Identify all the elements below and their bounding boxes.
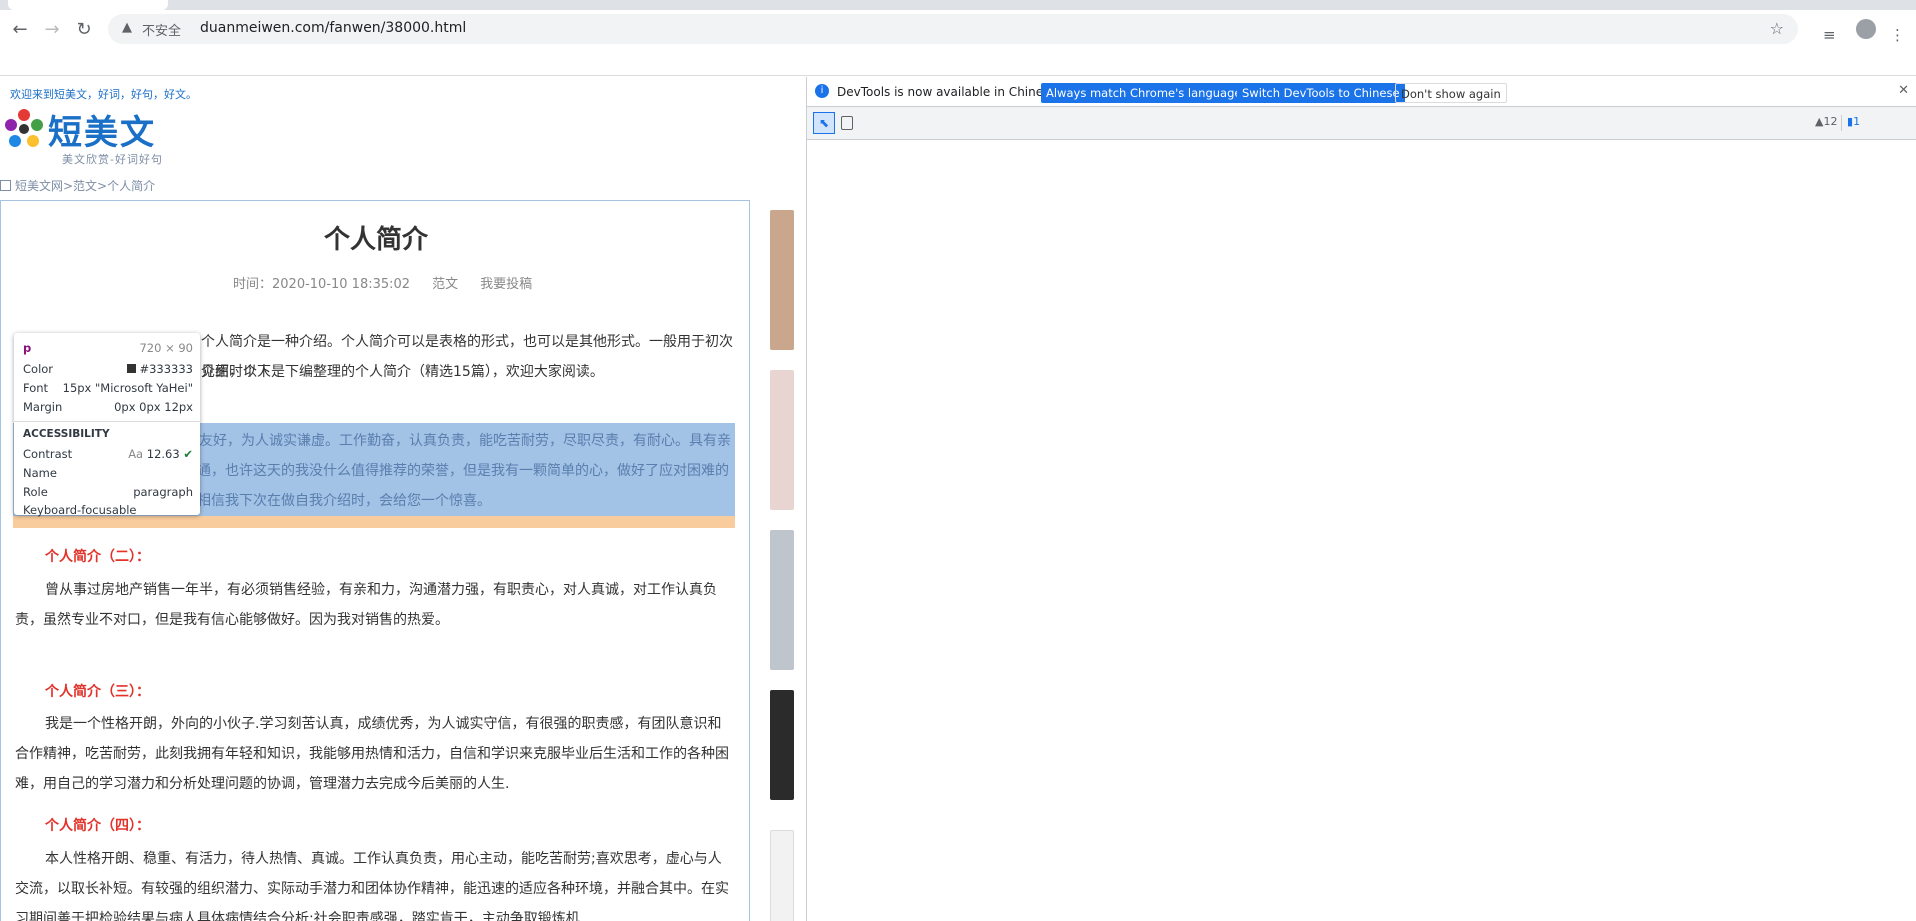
reload-icon[interactable]: ↻ [72,18,96,42]
section-heading-2: 个人简介（二）： [45,549,150,565]
warning-icon[interactable]: ▲ [122,20,132,35]
article: 个人简介 时间：2020-10-10 18:35:02 范文 我要投稿 个人简介是一… [0,200,750,921]
devtools-tabs: ⬉ ▲12 ▮1 [807,107,1916,140]
article-info: 时间：2020-10-10 18:35:02 范文 我要投稿 [233,277,533,292]
reading-list-icon[interactable]: ≡ [1823,26,1836,44]
side-ads [770,200,800,921]
infobar-text: DevTools is now available in Chinese! [837,85,1062,99]
match-language-button[interactable]: Always match Chrome's language [1041,83,1247,103]
inspect-tooltip: p 720 × 90 Color #333333 Font 15px "Microso… [14,333,200,517]
paragraph-3: 我是一个性格开朗，外向的小伙子.学习刻苦认真，成绩优秀，为人诚实守信，有很强的职… [15,716,729,792]
devtools-panel: i DevTools is now available in Chinese! … [806,77,1916,921]
inspect-margin-highlight [13,516,735,528]
url-text[interactable]: duanmeiwen.com/fanwen/38000.html [200,20,466,36]
inspect-element-icon[interactable]: ⬉ [813,112,835,134]
close-infobar-icon[interactable]: ✕ [1898,83,1909,98]
warnings-count[interactable]: ▲12 [1815,115,1837,128]
address-bar[interactable]: ▲ 不安全 duanmeiwen.com/fanwen/38000.html ☆ [108,14,1798,44]
switch-chinese-button[interactable]: Switch DevTools to Chinese [1237,83,1405,103]
info-icon: i [815,84,829,98]
section-heading-3: 个人简介（三）： [45,684,150,700]
paragraph-2: 曾从事过房地产销售一年半，有必须销售经验，有亲和力，沟通潜力强，有职责心，对人真… [15,582,717,628]
insecure-label: 不安全 [142,24,182,39]
logo-subtitle: 美文欣赏-好词好句 [62,153,163,166]
active-tab[interactable] [8,0,168,10]
logo-flower-icon[interactable] [2,107,46,151]
bookmark-star-icon[interactable]: ☆ [1770,19,1784,38]
paragraph-4: 本人性格开朗、稳重、有活力，待人热情、真诚。工作认真负责，用心主动，能吃苦耐劳;… [15,851,729,921]
profile-avatar[interactable] [1856,19,1876,39]
web-page: 欢迎来到短美文，好词，好句，好文。 短美文 美文欣赏-好词好句 短美文网>范文>… [0,77,800,921]
forward-icon[interactable]: → [40,18,64,42]
device-toolbar-icon[interactable] [841,116,853,130]
article-title: 个人简介 [323,225,428,255]
intro-line2: 介绍，以下是下编整理的个人简介（精选15篇），欢迎大家阅读。 [201,364,604,380]
devtools-infobar: i DevTools is now available in Chinese! … [807,77,1916,107]
menu-kebab-icon[interactable]: ⋮ [1890,26,1905,44]
back-icon[interactable]: ← [8,18,32,42]
site-logo[interactable]: 短美文 [48,105,156,154]
tab-strip [0,0,1916,10]
welcome-text: 欢迎来到短美文，好词，好句，好文。 [10,88,197,101]
messages-count[interactable]: ▮1 [1847,115,1860,128]
section-heading-4: 个人简介（四）： [45,818,150,834]
breadcrumb[interactable]: 短美文网>范文>个人简介 [0,177,155,194]
browser-toolbar: ← → ↻ ▲ 不安全 duanmeiwen.com/fanwen/38000.… [0,10,1916,48]
bookmarks-bar [0,48,1916,76]
dont-show-button[interactable]: Don't show again [1395,83,1507,103]
